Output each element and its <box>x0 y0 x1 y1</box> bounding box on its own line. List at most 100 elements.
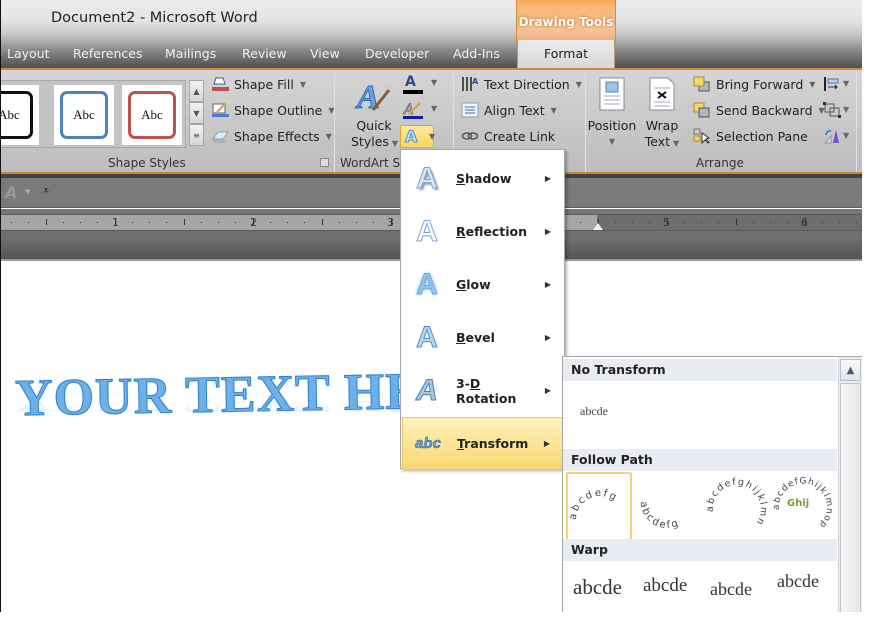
warp-option[interactable]: abcde <box>573 575 622 600</box>
menu-item-label: Shadow <box>456 171 512 186</box>
ruler-tick <box>11 222 12 223</box>
warp-option[interactable]: abcde <box>710 579 752 600</box>
chevron-down-icon[interactable]: ▼ <box>25 188 30 196</box>
submenu-arrow-icon: ▶ <box>544 174 551 183</box>
ruler-tick <box>666 219 668 225</box>
gallery-scrollbar[interactable]: ▲ <box>838 357 862 612</box>
svg-text:A: A <box>355 79 380 116</box>
ruler-number: 2 <box>250 216 257 229</box>
bring-forward-button[interactable]: Bring Forward ▼ <box>693 76 815 92</box>
text-outline-button[interactable]: A ▼ <box>401 100 437 120</box>
send-backward-button[interactable]: Send Backward ▼ <box>693 102 825 118</box>
section-header: Warp <box>563 539 837 561</box>
text-effects-button[interactable]: A ▼ <box>400 125 435 148</box>
follow-path-arch-up[interactable]: abcdefg <box>566 472 632 542</box>
scroll-thumb[interactable] <box>840 383 861 612</box>
tab-format[interactable]: Format <box>517 40 615 70</box>
wrap-text-label-2: Text <box>644 134 671 149</box>
quick-styles-label-2: Styles <box>351 134 389 149</box>
create-link-button[interactable]: Create Link <box>461 128 555 144</box>
section-header: No Transform <box>563 359 837 381</box>
shape-styles-group-label: Shape Styles <box>108 156 186 170</box>
ruler-tick <box>683 222 685 223</box>
tab-add-ins[interactable]: Add-Ins <box>453 46 500 61</box>
gallery-more-button[interactable]: ≡ <box>189 124 204 146</box>
ruler-tick <box>218 222 219 223</box>
follow-path-arch-down[interactable]: abcdefg <box>635 472 701 542</box>
warp-option[interactable]: abcde <box>777 571 819 592</box>
send-backward-label: Send Backward <box>716 102 813 118</box>
tab-format-label: Format <box>543 46 589 61</box>
shape-fill-button[interactable]: Shape Fill ▼ <box>211 76 306 92</box>
ruler-tick <box>166 222 168 223</box>
align-text-icon <box>461 102 479 118</box>
follow-path-button[interactable]: abcdefGhijklmnop Ghij <box>769 472 835 542</box>
tab-references[interactable]: References <box>73 46 142 61</box>
tab-mailings[interactable]: Mailings <box>165 46 216 61</box>
align-objects-icon <box>824 77 839 91</box>
align-button[interactable]: ▼ <box>823 76 853 94</box>
submenu-arrow-icon: ▶ <box>544 333 551 342</box>
ruler-tick <box>338 222 340 223</box>
wrap-text-icon[interactable] <box>647 76 677 112</box>
ruler-tick <box>356 222 357 223</box>
text-fill-button[interactable]: A ▼ <box>401 74 438 94</box>
menu-item-shadow[interactable]: A Shadow ▶ <box>402 152 563 205</box>
chevron-down-icon: ▼ <box>673 139 680 148</box>
rotate-button[interactable]: ▼ <box>823 128 853 146</box>
quick-styles-button[interactable]: Quick Styles ▼ <box>351 118 398 152</box>
shape-outline-button[interactable]: Shape Outline ▼ <box>211 102 335 118</box>
tab-layout[interactable]: Layout <box>7 46 50 61</box>
ruler-number: 1 <box>112 216 119 229</box>
shape-style-swatch[interactable]: Abc <box>54 85 114 145</box>
menu-item-3d-rotation[interactable]: A 3-D Rotation ▶ <box>402 364 563 417</box>
tab-developer[interactable]: Developer <box>365 46 429 61</box>
no-transform-option[interactable]: abcde <box>580 404 608 419</box>
gallery-scroll-down-button[interactable]: ▼ <box>189 102 204 124</box>
menu-item-transform[interactable]: abc Transform ▶ <box>402 417 563 470</box>
position-button[interactable]: Position ▼ <box>587 118 637 150</box>
menu-item-reflection[interactable]: A Reflection ▶ <box>402 205 563 258</box>
menu-item-label: 3-D Rotation <box>456 375 517 406</box>
wrap-text-label-1: Wrap <box>645 118 679 133</box>
menu-item-label: Glow <box>456 277 491 292</box>
submenu-arrow-icon: ▶ <box>543 439 550 448</box>
customize-toolbar-icon[interactable]: ⩡ <box>43 184 49 198</box>
position-label: Position <box>587 118 637 133</box>
menu-item-glow[interactable]: A Glow ▶ <box>402 258 563 311</box>
selection-pane-button[interactable]: Selection Pane <box>693 128 808 145</box>
menu-item-label: Reflection <box>456 224 528 239</box>
shape-effects-button[interactable]: Shape Effects ▼ <box>211 128 332 144</box>
text-direction-icon: A <box>461 76 479 92</box>
align-text-button[interactable]: Align Text ▼ <box>461 102 557 118</box>
text-style-icon[interactable]: A <box>5 183 17 202</box>
menu-item-bevel[interactable]: A Bevel ▶ <box>402 311 563 364</box>
tab-review[interactable]: Review <box>242 46 287 61</box>
ruler-tick <box>235 222 237 223</box>
ruler-tick <box>821 222 823 223</box>
path-sample: abcdefg <box>638 501 680 532</box>
quick-styles-icon[interactable]: A <box>353 76 393 117</box>
shape-style-swatch[interactable]: Abc <box>1 85 39 145</box>
warp-option[interactable]: abcde <box>643 575 687 597</box>
gallery-scroll-up-button[interactable]: ▲ <box>189 80 204 102</box>
chevron-down-icon: ▼ <box>843 131 850 140</box>
shadow-icon: A <box>416 161 439 195</box>
ruler-tick <box>787 222 789 223</box>
text-direction-button[interactable]: A Text Direction ▼ <box>461 76 582 92</box>
shape-style-swatch[interactable]: Abc <box>122 85 182 145</box>
dialog-launcher-icon[interactable] <box>320 158 329 167</box>
chevron-down-icon: ▼ <box>431 78 438 87</box>
wrap-text-button[interactable]: Wrap Text ▼ <box>639 118 685 152</box>
follow-path-circle[interactable]: abcdefghijklmn <box>703 472 769 542</box>
position-icon[interactable] <box>597 76 627 112</box>
ruler-tick <box>28 222 30 223</box>
right-indent-marker[interactable] <box>593 223 603 230</box>
tab-view[interactable]: View <box>310 46 340 61</box>
chevron-down-icon: ▼ <box>299 79 306 89</box>
create-link-label: Create Link <box>484 128 556 144</box>
group-button[interactable]: ▼ <box>823 102 853 120</box>
text-outline-icon: A <box>403 102 423 119</box>
title-bar: Document2 - Microsoft Word Layout Refere… <box>1 0 862 70</box>
scroll-up-button[interactable]: ▲ <box>840 359 861 381</box>
